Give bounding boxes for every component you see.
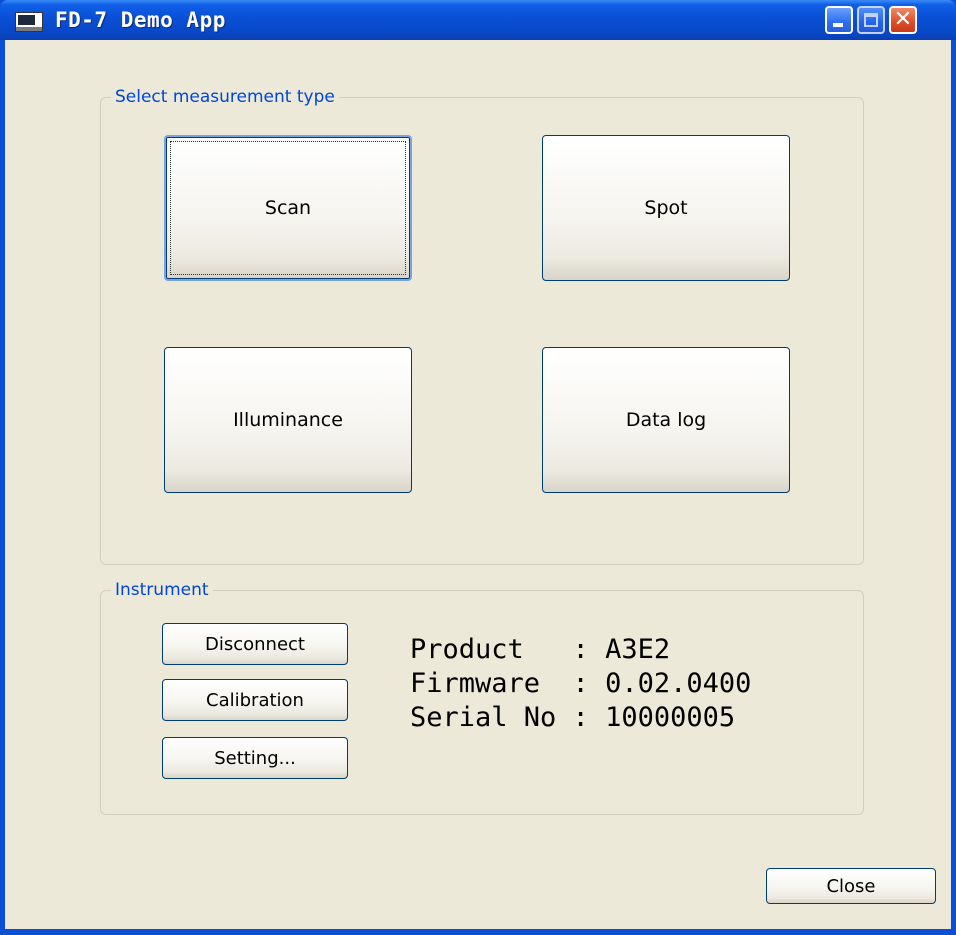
illuminance-button-label: Illuminance <box>233 409 343 431</box>
instrument-info: Product : A3E2 Firmware : 0.02.0400 Seri… <box>410 633 751 735</box>
close-button-label: Close <box>826 875 876 897</box>
title-bar[interactable]: FD-7 Demo App ✕ <box>0 0 956 40</box>
maximize-button[interactable] <box>857 6 885 34</box>
product-label: Product : <box>410 634 606 665</box>
disconnect-button-label: Disconnect <box>205 633 305 655</box>
illuminance-button[interactable]: Illuminance <box>164 347 412 493</box>
data-log-button[interactable]: Data log <box>542 347 790 493</box>
spot-button-label: Spot <box>644 197 688 219</box>
app-window: FD-7 Demo App ✕ Select measurement type … <box>0 0 956 935</box>
minimize-icon <box>833 23 843 27</box>
scan-button-label: Scan <box>264 197 312 219</box>
app-monitor-icon[interactable] <box>15 12 43 32</box>
product-row: Product : A3E2 <box>410 633 751 667</box>
window-title: FD-7 Demo App <box>55 8 226 32</box>
measurement-type-label: Select measurement type <box>111 86 339 108</box>
client-area: Select measurement type Scan Spot Illumi… <box>5 40 951 929</box>
firmware-label: Firmware : <box>410 668 606 699</box>
product-value: A3E2 <box>605 634 671 665</box>
spot-button[interactable]: Spot <box>542 135 790 281</box>
calibration-button-label: Calibration <box>206 689 304 711</box>
scan-button[interactable]: Scan <box>164 135 412 281</box>
close-button[interactable]: Close <box>766 868 936 904</box>
setting-button[interactable]: Setting... <box>162 737 348 779</box>
calibration-button[interactable]: Calibration <box>162 679 348 721</box>
close-icon: ✕ <box>893 7 913 32</box>
minimize-button[interactable] <box>825 6 853 34</box>
serial-value: 10000005 <box>605 702 736 733</box>
setting-button-label: Setting... <box>214 747 296 769</box>
serial-row: Serial No : 10000005 <box>410 701 751 735</box>
instrument-label: Instrument <box>111 579 213 601</box>
firmware-row: Firmware : 0.02.0400 <box>410 667 751 701</box>
data-log-button-label: Data log <box>625 409 707 431</box>
maximize-icon <box>864 13 878 27</box>
serial-label: Serial No : <box>410 702 606 733</box>
close-window-button[interactable]: ✕ <box>889 6 917 34</box>
disconnect-button[interactable]: Disconnect <box>162 623 348 665</box>
firmware-value: 0.02.0400 <box>605 668 752 699</box>
